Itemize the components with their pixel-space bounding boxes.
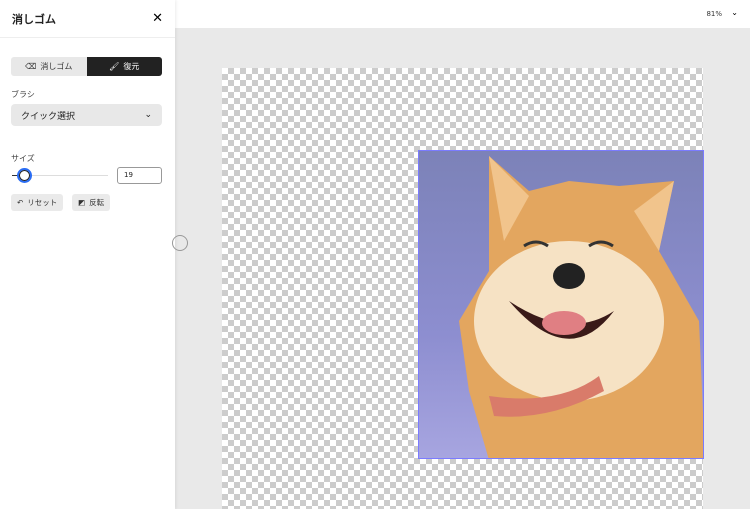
size-label: サイズ — [11, 154, 35, 163]
invert-label: 反転 — [89, 198, 105, 207]
brush-label: ブラシ — [11, 90, 35, 99]
dog-photo[interactable] — [418, 150, 704, 459]
panel-title: 消しゴム — [12, 12, 56, 26]
reset-label: リセット — [27, 198, 58, 207]
eraser-icon: ⌫ — [25, 62, 37, 71]
panel-header: 消しゴム ✕ — [0, 0, 175, 38]
invert-icon: ◩ — [78, 198, 86, 207]
chevron-down-icon[interactable]: ⌄ — [731, 8, 738, 17]
brush-select[interactable]: クイック選択 ⌄ — [11, 104, 162, 126]
erase-label: 消しゴム — [40, 62, 73, 71]
eraser-panel: 消しゴム ✕ ⌫ 消しゴム 🖌 復元 ブラシ クイック選択 ⌄ サイズ 19 ↶ リセッ… — [0, 0, 175, 509]
dog-image — [459, 156, 703, 458]
brush-value: クイック選択 — [21, 111, 76, 122]
close-button[interactable]: ✕ — [152, 11, 163, 26]
top-toolbar: 81% ⌄ — [175, 0, 750, 28]
size-input[interactable]: 19 — [117, 167, 162, 184]
mode-toggle: ⌫ 消しゴム 🖌 復元 — [11, 57, 162, 76]
erase-mode-button[interactable]: ⌫ 消しゴム — [11, 57, 87, 76]
size-slider-handle[interactable] — [17, 168, 32, 183]
invert-button[interactable]: ◩ 反転 — [72, 194, 111, 211]
restore-mode-button[interactable]: 🖌 復元 — [86, 57, 162, 76]
chevron-down-icon: ⌄ — [144, 110, 152, 120]
zoom-level[interactable]: 81% — [706, 10, 722, 18]
brush-cursor — [172, 235, 188, 251]
restore-label: 復元 — [123, 62, 140, 71]
undo-icon: ↶ — [17, 198, 24, 207]
brush-icon: 🖌 — [109, 62, 120, 71]
reset-button[interactable]: ↶ リセット — [11, 194, 64, 211]
